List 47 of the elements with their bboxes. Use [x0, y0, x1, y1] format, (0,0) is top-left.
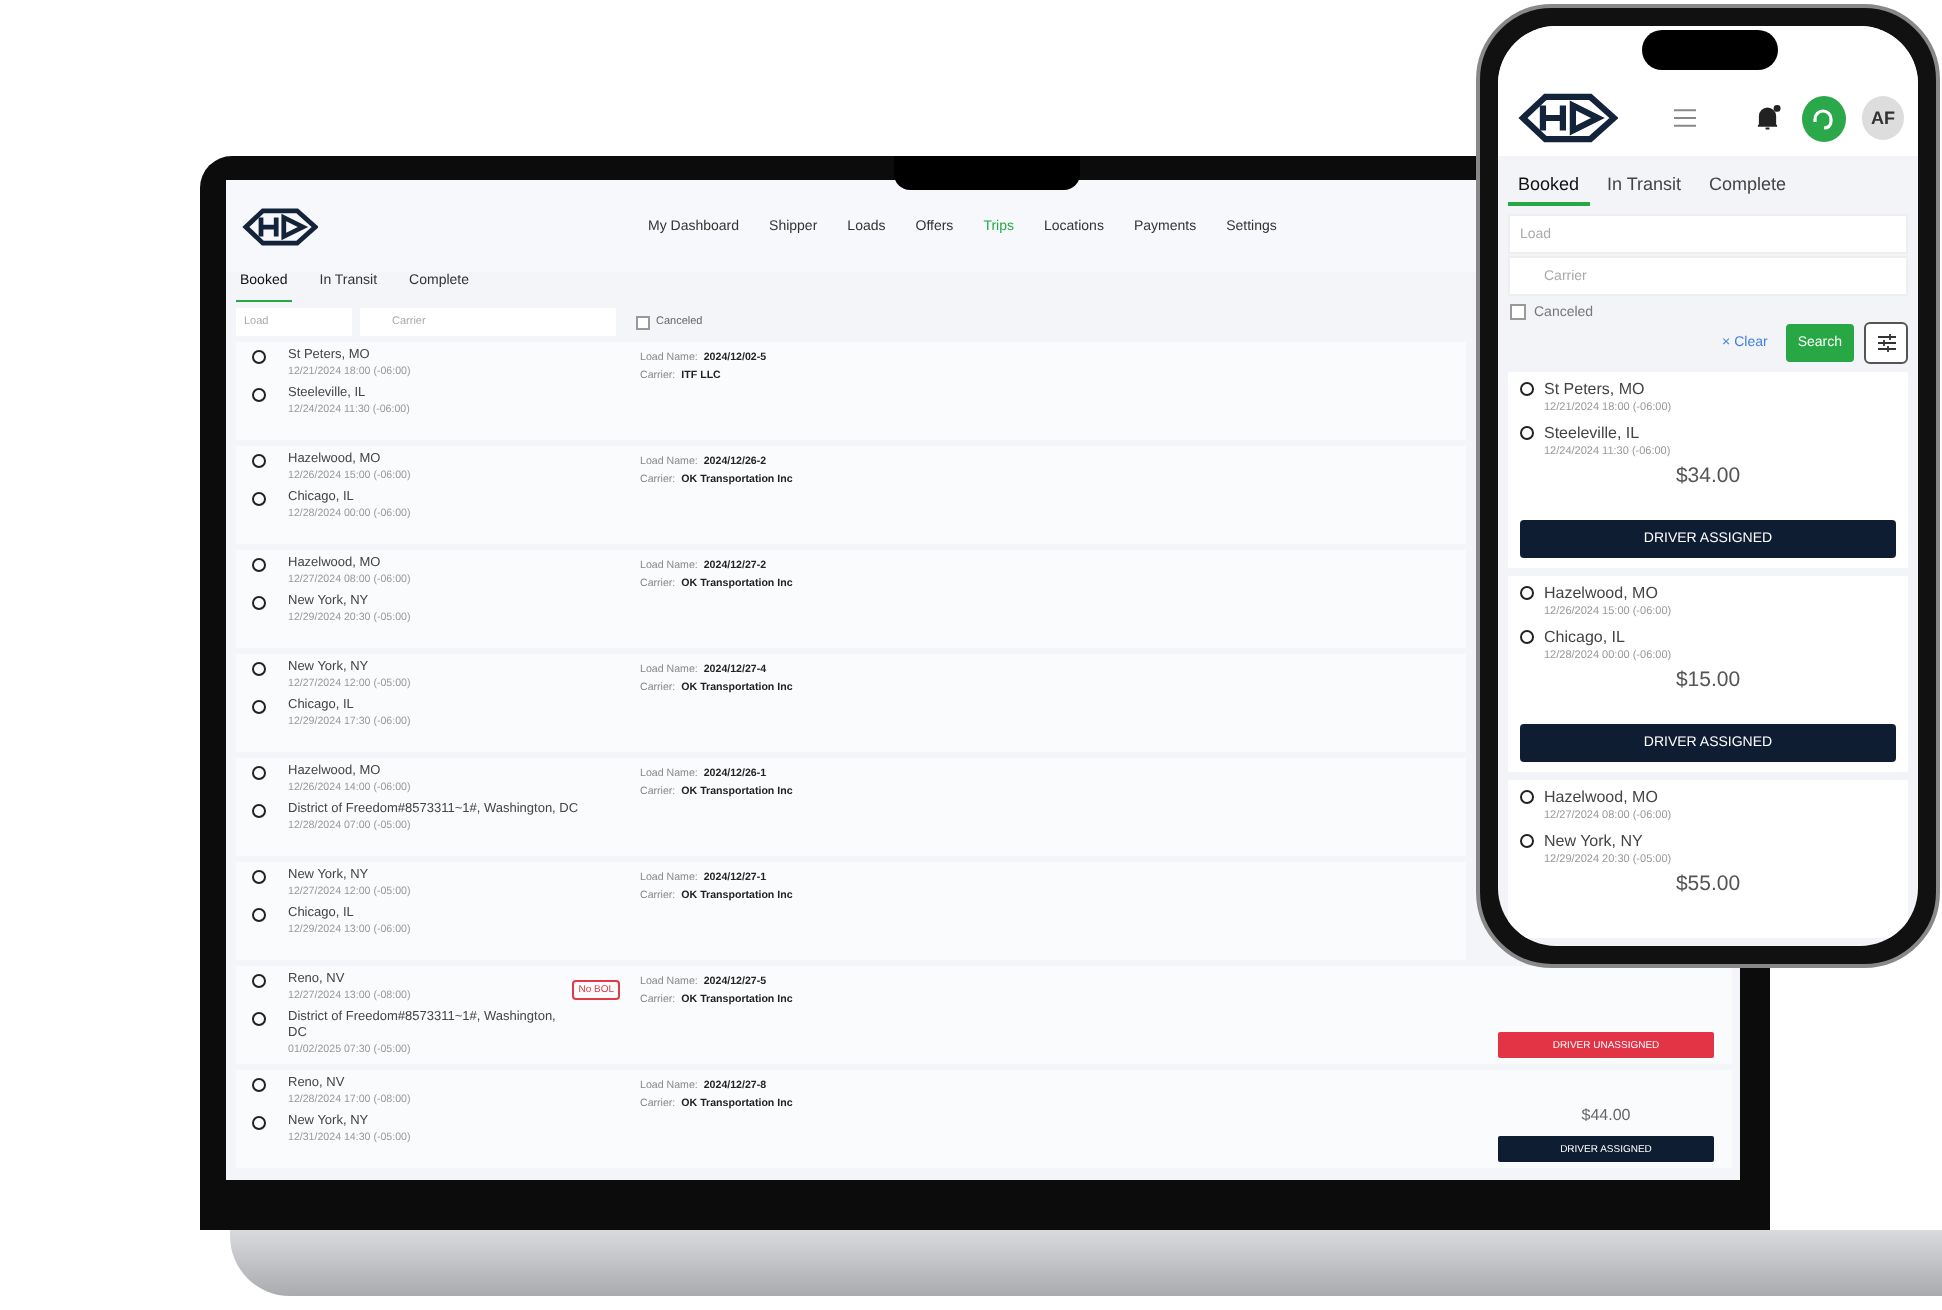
stop-marker-icon	[252, 1012, 266, 1026]
support-button[interactable]	[1801, 95, 1846, 141]
headset-icon	[1810, 105, 1837, 131]
filter-button[interactable]	[1864, 322, 1908, 364]
stop-marker-icon	[252, 662, 266, 676]
stop-location: Hazelwood, MO	[1544, 786, 1660, 808]
menu-icon[interactable]	[1673, 108, 1697, 128]
notification-bell-icon[interactable]	[1756, 104, 1782, 132]
stop-marker-icon	[252, 1116, 266, 1130]
stop-location: St Peters, MO	[1544, 378, 1647, 400]
stop-marker-icon	[1520, 586, 1534, 600]
stop-marker-icon	[1520, 790, 1534, 804]
stop-marker-icon	[252, 804, 266, 818]
stop-location: New York, NY	[1544, 830, 1645, 852]
checkbox[interactable]	[1510, 304, 1526, 320]
logo-icon	[1518, 92, 1618, 144]
trip-price: $55.00	[1675, 872, 1741, 896]
trip-price: $15.00	[1675, 668, 1741, 692]
stop-marker-icon	[252, 870, 266, 884]
stop-marker-icon	[252, 492, 266, 506]
stop-marker-icon	[252, 350, 266, 364]
stop-marker-icon	[252, 1078, 266, 1092]
user-avatar[interactable]: AF	[1861, 96, 1905, 140]
stop-marker-icon	[1520, 630, 1534, 644]
stop-marker-icon	[252, 908, 266, 922]
stop-marker-icon	[252, 596, 266, 610]
trip-price: $34.00	[1675, 464, 1741, 488]
trip-price: $44.00	[1581, 1106, 1631, 1124]
stop-location: Steeleville, IL	[1544, 422, 1642, 444]
stop-marker-icon	[252, 766, 266, 780]
checkbox[interactable]	[636, 315, 650, 329]
stop-location: Chicago, IL	[1544, 626, 1627, 648]
stop-marker-icon	[1520, 834, 1534, 848]
stop-marker-icon	[1520, 426, 1534, 440]
sliders-icon	[1877, 334, 1895, 352]
stop-marker-icon	[252, 700, 266, 714]
stop-marker-icon	[252, 388, 266, 402]
stop-marker-icon	[1520, 382, 1534, 396]
stop-marker-icon	[252, 454, 266, 468]
stop-location: Hazelwood, MO	[1544, 582, 1660, 604]
dynamic-island	[1642, 30, 1778, 70]
logo-icon	[242, 207, 318, 245]
stop-marker-icon	[252, 974, 266, 988]
tab[interactable]: Booked	[1508, 168, 1590, 206]
tab[interactable]: Complete	[1699, 168, 1797, 206]
stop-marker-icon	[252, 558, 266, 572]
tab[interactable]: In Transit	[1597, 168, 1692, 206]
